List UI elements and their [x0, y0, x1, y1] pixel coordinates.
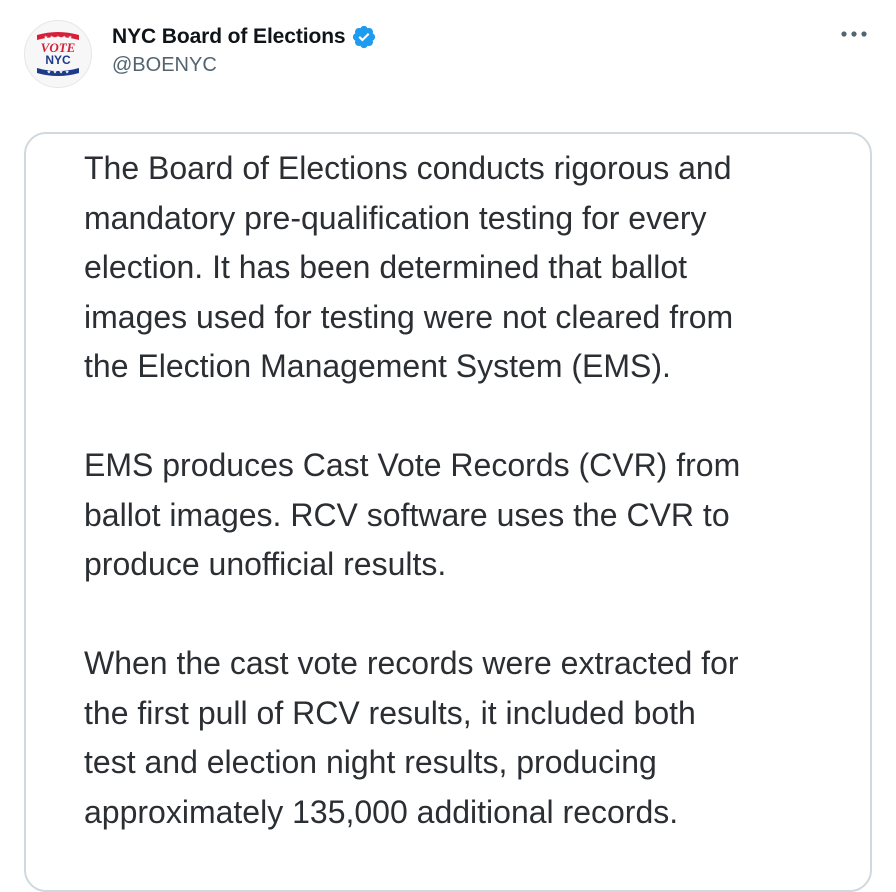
quoted-text-body: The Board of Elections conducts rigorous… [84, 144, 824, 887]
tweet-header: ★ ★ ★ ★ ★ VOTE NYC ★ ★ ★ ★ NYC Board of … [0, 0, 896, 120]
quote-line: produce unofficial results. [84, 546, 447, 582]
quote-paragraph: When the cast vote records were extracte… [84, 639, 824, 837]
quote-line: approximately 135,000 additional records… [84, 793, 679, 830]
more-options-button[interactable] [836, 20, 872, 48]
author-handle[interactable]: @BOENYC [112, 54, 377, 77]
quote-line: ballot images. RCV software uses the CVR… [84, 496, 730, 533]
quoted-text-card: The Board of Elections conducts rigorous… [24, 132, 872, 892]
quote-line: When the cast vote records were extracte… [84, 645, 739, 681]
verified-badge-icon [352, 25, 375, 49]
more-horizontal-icon [841, 31, 867, 37]
vote-nyc-logo: ★ ★ ★ ★ ★ VOTE NYC ★ ★ ★ ★ [25, 21, 91, 87]
quote-line: images used for testing were not cleared… [84, 298, 734, 335]
quote-line: election. It has been determined that ba… [84, 249, 688, 285]
avatar[interactable]: ★ ★ ★ ★ ★ VOTE NYC ★ ★ ★ ★ [24, 20, 92, 88]
quote-line: test and election night results, produci… [84, 744, 657, 780]
quote-paragraph: The Board of Elections conducts rigorous… [84, 144, 824, 392]
avatar-nyc-text: NYC [45, 53, 71, 67]
author-display-name[interactable]: NYC Board of Elections [112, 25, 346, 49]
svg-text:★ ★ ★ ★: ★ ★ ★ ★ [47, 70, 70, 76]
quote-line: the Election Management System (EMS). [84, 348, 671, 384]
author-name-row: NYC Board of Elections [112, 22, 377, 52]
author-block: NYC Board of Elections @BOENYC [112, 22, 377, 77]
quote-paragraph: EMS produces Cast Vote Records (CVR) fro… [84, 441, 824, 590]
quote-line: EMS produces Cast Vote Records (CVR) fro… [84, 447, 741, 483]
quote-line: mandatory pre-qualification testing for … [84, 199, 707, 236]
quote-line: The Board of Elections conducts rigorous… [84, 150, 732, 186]
quote-line: the first pull of RCV results, it includ… [84, 694, 696, 731]
